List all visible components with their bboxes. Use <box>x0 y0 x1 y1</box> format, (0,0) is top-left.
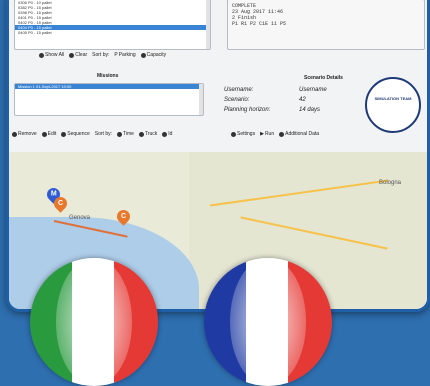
additional-data-button[interactable]: Additional Data <box>279 131 319 137</box>
show-all-button[interactable]: Show All <box>39 52 64 58</box>
clear-icon <box>69 52 75 58</box>
city-genova: Genova <box>69 215 91 221</box>
scenario-label: Scenario: <box>224 97 250 103</box>
sort-time-button[interactable]: Time <box>117 131 134 137</box>
truck-icon <box>140 52 146 58</box>
remove-button[interactable]: Remove <box>12 131 37 137</box>
clock-icon <box>117 131 123 137</box>
gear-icon <box>231 131 236 137</box>
scenario-value: 42 <box>299 97 306 103</box>
eye-icon <box>39 52 44 58</box>
sort-truck-button[interactable]: Truck <box>138 131 157 137</box>
username-label: Username: <box>224 87 254 93</box>
vehicle-list-item[interactable]: 0405 P0 - 15 pallet <box>15 30 210 35</box>
clear-button[interactable]: Clear <box>69 52 87 58</box>
sort-parking-button[interactable]: P Parking <box>114 52 135 58</box>
planning-horizon-label: Planning horizon: <box>224 107 271 113</box>
pencil-icon <box>41 131 47 137</box>
mission-list-item[interactable]: Mission 1 01-Sept-2017 10:00 <box>15 84 203 89</box>
scenario-toolbar: Settings ▶ Run Additional Data <box>231 131 319 137</box>
scenario-title: Scenario Details <box>304 75 343 81</box>
sort-capacity-button[interactable]: Capacity <box>140 52 166 58</box>
plus-icon <box>279 131 285 137</box>
city-bologna: Bologna <box>379 180 402 186</box>
sort-id-button[interactable]: Id <box>162 131 172 137</box>
vehicle-list[interactable]: 0306 P0 - 10 pallet 0382 P0 - 15 pallet 03… <box>14 0 211 50</box>
missions-title: Missions <box>97 73 119 79</box>
parking-icon: P <box>114 52 118 58</box>
missions-toolbar: Remove Edit Sequence Sort by: Time Truck… <box>12 131 172 137</box>
logo-text: SIMULATION TEAM <box>374 96 412 101</box>
sequence-icon <box>61 131 67 137</box>
planning-horizon-value: 14 days <box>299 107 321 113</box>
french-flag-icon[interactable] <box>204 258 332 386</box>
log-panel: COMPLETE 23 Aug 2017 11:46 2 Finish P1 R1 P… <box>227 0 425 50</box>
sort-by-label: Sort by: <box>94 131 113 137</box>
trash-icon <box>12 131 17 137</box>
edit-button[interactable]: Edit <box>41 131 56 137</box>
simulation-team-logo: SIMULATION TEAM <box>365 77 421 133</box>
truck-icon <box>138 131 144 137</box>
missions-scrollbar[interactable] <box>199 84 203 115</box>
sort-by-label: Sort by: <box>92 52 110 58</box>
username-value: Username <box>299 87 327 93</box>
play-icon: ▶ <box>260 131 264 137</box>
italian-flag-icon[interactable] <box>30 258 158 386</box>
log-line: P1 R1 P2 C1E 11 P5 <box>232 21 287 27</box>
vehicle-toolbar: Show All Clear Sort by: P Parking Capacit… <box>39 52 166 58</box>
vehicle-list-scrollbar[interactable] <box>206 0 210 49</box>
run-button[interactable]: ▶ Run <box>260 131 274 137</box>
settings-button[interactable]: Settings <box>231 131 255 137</box>
missions-list[interactable]: Mission 1 01-Sept-2017 10:00 <box>14 83 204 116</box>
id-icon <box>162 131 168 137</box>
sequence-button[interactable]: Sequence <box>61 131 90 137</box>
